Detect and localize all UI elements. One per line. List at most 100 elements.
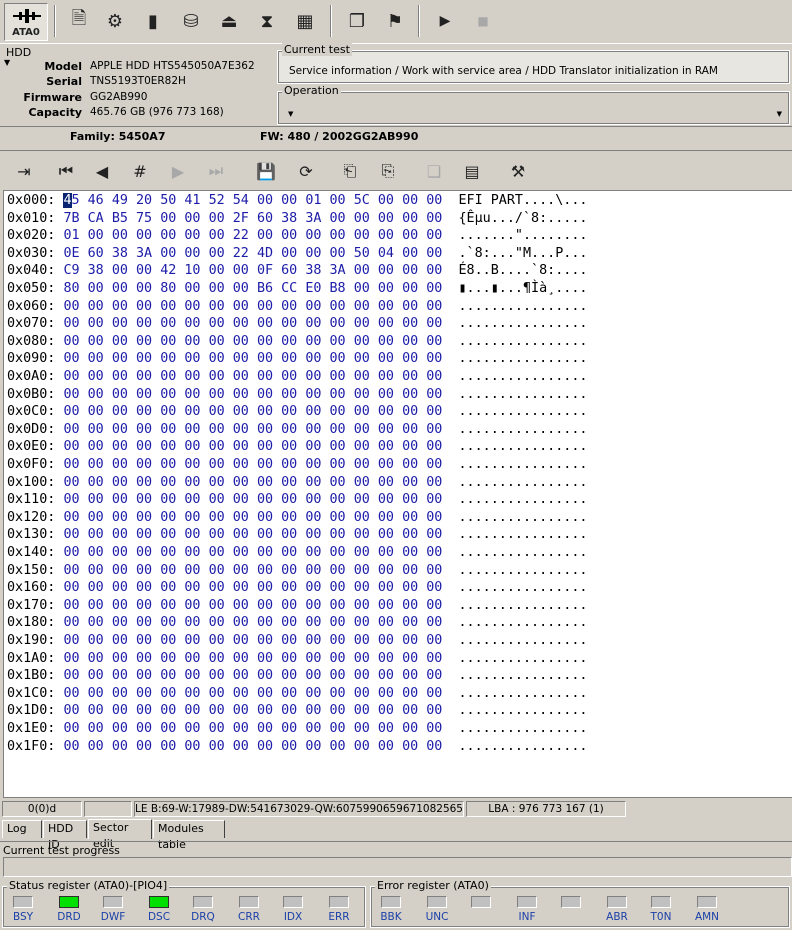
hex-byte[interactable]: 00: [281, 316, 297, 331]
tab-hdd-id[interactable]: HDD ID: [43, 820, 87, 851]
hex-byte[interactable]: 00: [281, 651, 297, 666]
hex-byte[interactable]: 00: [281, 299, 297, 314]
hex-byte[interactable]: 00: [112, 703, 128, 718]
hex-byte[interactable]: 00: [354, 299, 370, 314]
hex-byte[interactable]: 00: [112, 404, 128, 419]
save-file-button[interactable]: ⎘: [374, 157, 402, 185]
hex-byte[interactable]: 00: [136, 721, 152, 736]
hex-byte[interactable]: 00: [112, 580, 128, 595]
hex-byte[interactable]: 00: [402, 457, 418, 472]
hex-byte[interactable]: 00: [378, 422, 394, 437]
hex-byte[interactable]: 00: [233, 387, 249, 402]
hex-byte[interactable]: 00: [63, 475, 79, 490]
hex-byte[interactable]: 00: [402, 510, 418, 525]
hex-byte[interactable]: 00: [330, 299, 346, 314]
hex-byte[interactable]: 00: [136, 334, 152, 349]
hex-byte[interactable]: 00: [378, 228, 394, 243]
hex-byte[interactable]: 00: [281, 598, 297, 613]
hex-byte[interactable]: 00: [209, 404, 225, 419]
hex-byte[interactable]: 00: [281, 369, 297, 384]
hex-byte[interactable]: 00: [330, 334, 346, 349]
hex-byte[interactable]: 00: [354, 211, 370, 226]
hex-byte[interactable]: 00: [136, 492, 152, 507]
hex-byte[interactable]: 00: [160, 299, 176, 314]
hex-byte[interactable]: C9: [63, 263, 79, 278]
hex-byte[interactable]: 49: [112, 193, 128, 208]
hex-byte[interactable]: 00: [257, 351, 273, 366]
hex-byte[interactable]: 00: [354, 369, 370, 384]
hex-byte[interactable]: 00: [233, 439, 249, 454]
hex-byte[interactable]: 60: [281, 263, 297, 278]
hex-byte[interactable]: 00: [426, 686, 442, 701]
hex-byte[interactable]: 00: [184, 527, 200, 542]
hex-byte[interactable]: 00: [330, 351, 346, 366]
hex-byte[interactable]: 00: [136, 351, 152, 366]
hex-byte[interactable]: 00: [63, 439, 79, 454]
hex-byte[interactable]: 00: [402, 404, 418, 419]
hex-byte[interactable]: 00: [233, 668, 249, 683]
hex-byte[interactable]: 00: [233, 510, 249, 525]
hex-byte[interactable]: 00: [136, 228, 152, 243]
chip-button[interactable]: ▮: [136, 4, 170, 38]
hex-byte[interactable]: 00: [63, 615, 79, 630]
hex-byte[interactable]: 00: [257, 615, 273, 630]
hex-byte[interactable]: 00: [136, 299, 152, 314]
hex-byte[interactable]: 00: [426, 475, 442, 490]
hex-byte[interactable]: 20: [136, 193, 152, 208]
hex-byte[interactable]: 00: [305, 334, 321, 349]
hex-byte[interactable]: 00: [402, 334, 418, 349]
hex-byte[interactable]: 00: [305, 404, 321, 419]
hex-byte[interactable]: 00: [63, 633, 79, 648]
hex-byte[interactable]: 00: [305, 422, 321, 437]
hex-byte[interactable]: 00: [378, 211, 394, 226]
hex-byte[interactable]: 00: [160, 668, 176, 683]
hex-byte[interactable]: 00: [330, 651, 346, 666]
hex-byte[interactable]: 00: [209, 351, 225, 366]
hex-byte[interactable]: 00: [88, 563, 104, 578]
hex-byte[interactable]: 00: [209, 739, 225, 754]
hex-byte[interactable]: 00: [160, 633, 176, 648]
hex-byte[interactable]: 00: [305, 439, 321, 454]
hex-byte[interactable]: 00: [330, 475, 346, 490]
hex-byte[interactable]: 00: [330, 369, 346, 384]
hex-byte[interactable]: 2F: [233, 211, 249, 226]
hex-byte[interactable]: 00: [88, 316, 104, 331]
tab-sector-edit[interactable]: Sector edit: [88, 819, 152, 850]
hex-byte[interactable]: 00: [402, 211, 418, 226]
hex-byte[interactable]: 00: [209, 721, 225, 736]
hex-byte[interactable]: 00: [233, 651, 249, 666]
hex-byte[interactable]: 00: [233, 369, 249, 384]
hex-byte[interactable]: 00: [378, 439, 394, 454]
hex-byte[interactable]: 00: [426, 615, 442, 630]
hex-byte[interactable]: 00: [112, 668, 128, 683]
hex-byte[interactable]: 00: [426, 527, 442, 542]
hex-byte[interactable]: 00: [88, 721, 104, 736]
hex-byte[interactable]: 00: [112, 351, 128, 366]
hex-byte[interactable]: 00: [112, 475, 128, 490]
hex-byte[interactable]: 00: [63, 299, 79, 314]
hex-byte[interactable]: 00: [160, 457, 176, 472]
hex-byte[interactable]: 00: [281, 439, 297, 454]
hex-byte[interactable]: 00: [281, 633, 297, 648]
previous-sector-button[interactable]: ◀: [88, 157, 116, 185]
hex-byte[interactable]: 00: [184, 246, 200, 261]
hex-byte[interactable]: 00: [257, 387, 273, 402]
hex-byte[interactable]: 00: [112, 422, 128, 437]
hex-byte[interactable]: 00: [184, 633, 200, 648]
hex-byte[interactable]: 00: [354, 615, 370, 630]
hex-byte[interactable]: 00: [63, 739, 79, 754]
hex-byte[interactable]: 00: [136, 422, 152, 437]
hex-byte[interactable]: 00: [330, 439, 346, 454]
hex-byte[interactable]: 00: [112, 686, 128, 701]
hex-byte[interactable]: 00: [88, 598, 104, 613]
hex-byte[interactable]: 00: [330, 211, 346, 226]
hex-byte[interactable]: 00: [233, 633, 249, 648]
hex-byte[interactable]: 00: [354, 439, 370, 454]
hex-byte[interactable]: 00: [136, 598, 152, 613]
hex-byte[interactable]: 00: [112, 633, 128, 648]
hex-byte[interactable]: 00: [209, 299, 225, 314]
hex-byte[interactable]: 00: [354, 510, 370, 525]
hex-byte[interactable]: 80: [63, 281, 79, 296]
hex-byte[interactable]: 00: [257, 686, 273, 701]
hex-byte[interactable]: 00: [426, 721, 442, 736]
